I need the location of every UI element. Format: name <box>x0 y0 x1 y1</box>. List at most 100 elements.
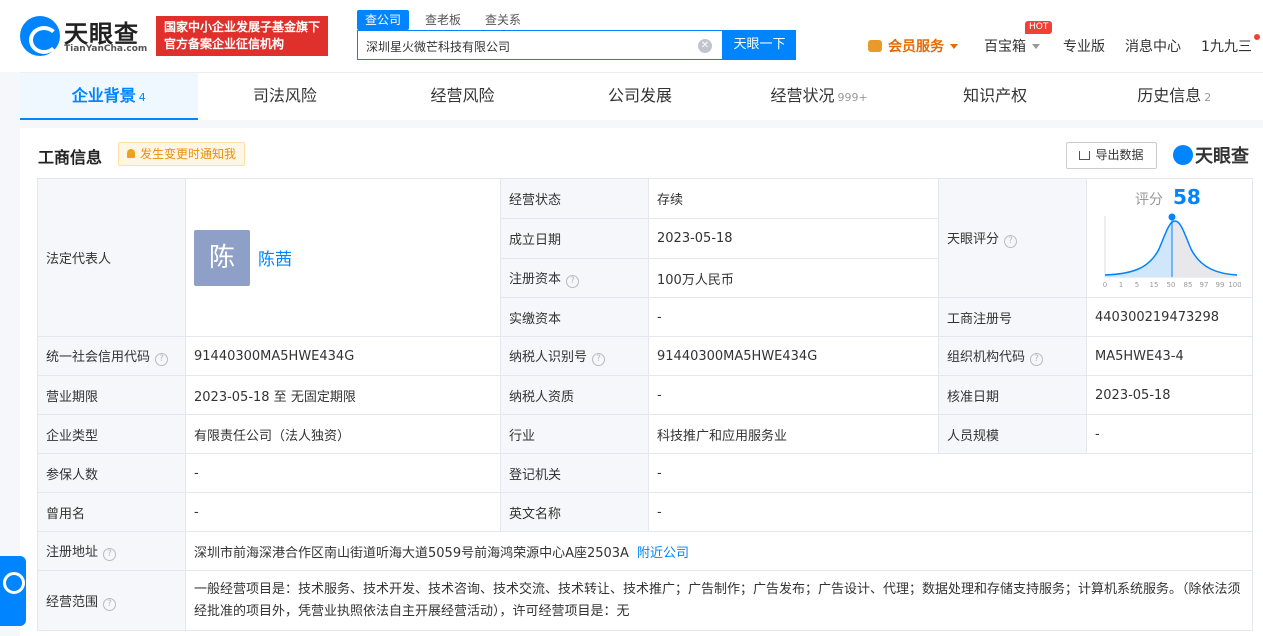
chevron-down-icon <box>1032 44 1040 49</box>
notification-dot <box>1254 34 1260 40</box>
chevron-down-icon <box>950 44 958 49</box>
business-info-panel: 工商信息 发生变更时通知我 导出数据 天眼查 法定代表人 陈陈茜 经营状态 存续… <box>20 128 1263 636</box>
reg-capital-value: 100万人民币 <box>648 258 939 298</box>
help-icon[interactable]: ? <box>592 353 606 366</box>
site-logo[interactable]: 天眼查 TianYanCha.com <box>20 14 150 58</box>
tab-history[interactable]: 历史信息 2 <box>1085 73 1263 120</box>
help-icon[interactable]: ? <box>1004 235 1018 248</box>
notify-change-button[interactable]: 发生变更时通知我 <box>118 142 246 166</box>
clear-icon[interactable]: ✕ <box>698 39 712 53</box>
vip-service-menu[interactable]: 会员服务 <box>868 36 958 56</box>
address-value: 深圳市前海深港合作区南山街道听海大道5059号前海鸿荣源中心A座2503A <box>194 545 629 561</box>
tab-label: 经营状况 <box>770 86 835 105</box>
credit-code-value: 91440300MA5HWE434G <box>185 336 501 376</box>
logo-domain: TianYanCha.com <box>64 44 148 54</box>
taxpayer-id-label: 纳税人识别号 <box>509 350 588 365</box>
tab-count: 2 <box>1204 91 1212 104</box>
search-tab-company[interactable]: 查公司 <box>357 10 410 30</box>
taxpayer-id-label-cell: 纳税人识别号? <box>500 336 649 376</box>
toolbox-label: 百宝箱 <box>984 39 1026 55</box>
tab-label: 历史信息 <box>1137 86 1202 105</box>
status-value: 存续 <box>648 178 939 219</box>
authority-value: - <box>648 453 1253 493</box>
status-label: 经营状态 <box>500 178 649 219</box>
help-icon[interactable]: ? <box>103 597 117 611</box>
section-title: 工商信息 <box>38 148 103 167</box>
logo-eye-icon <box>1173 145 1193 165</box>
tab-enterprise-background[interactable]: 企业背景 4 <box>20 73 198 120</box>
nearby-companies-link[interactable]: 附近公司 <box>637 546 689 561</box>
insured-value: - <box>185 453 501 493</box>
search-tab-relation[interactable]: 查关系 <box>477 10 529 30</box>
export-data-button[interactable]: 导出数据 <box>1066 142 1157 169</box>
hot-badge: HOT <box>1025 21 1053 34</box>
tick-label: 99 <box>1216 281 1225 289</box>
tick-label: 1 <box>1119 281 1123 289</box>
help-icon[interactable]: ? <box>1030 353 1044 366</box>
help-icon[interactable]: ? <box>103 548 117 561</box>
pro-version-link[interactable]: 专业版 <box>1063 36 1105 56</box>
gov-badge-line2: 官方备案企业征信机构 <box>164 37 285 51</box>
score-chart-cell[interactable]: 评分 58 0 1 5 15 50 85 97 99 100 <box>1086 178 1253 298</box>
english-name-label: 英文名称 <box>500 492 649 532</box>
tick-label: 50 <box>1167 281 1176 289</box>
tick-label: 0 <box>1103 281 1107 289</box>
paid-capital-value: - <box>648 297 939 337</box>
approved-label: 核准日期 <box>938 375 1087 415</box>
tab-operating-status[interactable]: 经营状况 999+ <box>730 73 908 120</box>
score-distribution-chart: 0 1 5 15 50 85 97 99 100 <box>1103 213 1241 289</box>
insured-label: 参保人数 <box>37 453 186 493</box>
gov-badge-line1: 国家中小企业发展子基金旗下 <box>164 20 321 34</box>
term-label: 营业期限 <box>37 375 186 415</box>
taxpayer-qual-value: - <box>648 375 939 415</box>
reg-capital-label: 注册资本 <box>509 272 562 287</box>
brand-name: 天眼查 <box>1195 146 1249 167</box>
term-value: 2023-05-18 至 无固定期限 <box>185 375 501 415</box>
score-label-cell: 天眼评分? <box>938 178 1087 298</box>
notify-label: 发生变更时通知我 <box>140 147 237 161</box>
search-input[interactable]: 深圳星火微芒科技有限公司 ✕ <box>357 30 723 60</box>
side-service-widget[interactable] <box>0 556 26 626</box>
tick-label: 97 <box>1200 281 1209 289</box>
scope-label: 经营范围 <box>46 594 99 610</box>
legal-rep-label: 法定代表人 <box>37 178 186 337</box>
tab-count: 999+ <box>837 91 868 104</box>
taxpayer-qual-label: 纳税人资质 <box>500 375 649 415</box>
tab-judicial-risk[interactable]: 司法风险 <box>198 73 376 120</box>
scope-label-cell: 经营范围? <box>37 570 186 631</box>
taxpayer-id-value: 91440300MA5HWE434G <box>648 336 939 376</box>
search-tab-boss[interactable]: 查老板 <box>417 10 469 30</box>
search-input-value[interactable]: 深圳星火微芒科技有限公司 <box>366 38 510 55</box>
gov-badge[interactable]: 国家中小企业发展子基金旗下 官方备案企业征信机构 <box>156 16 328 56</box>
business-info-table: 法定代表人 陈陈茜 经营状态 存续 天眼评分? 评分 58 0 1 5 15 5… <box>37 178 1253 631</box>
search-tabs: 查公司 查老板 查关系 <box>357 10 529 30</box>
org-code-label: 组织机构代码 <box>947 350 1026 365</box>
logo-eye-icon <box>20 16 60 56</box>
tab-intellectual-property[interactable]: 知识产权 <box>908 73 1086 120</box>
brand-watermark: 天眼查 <box>1173 142 1249 168</box>
credit-code-label-cell: 统一社会信用代码? <box>37 336 186 376</box>
founded-label: 成立日期 <box>500 218 649 259</box>
address-cell: 深圳市前海深港合作区南山街道听海大道5059号前海鸿荣源中心A座2503A 附近公… <box>185 531 1253 571</box>
user-menu[interactable]: 1九九三 <box>1201 36 1252 56</box>
tick-label: 100 <box>1228 281 1241 289</box>
type-label: 企业类型 <box>37 414 186 454</box>
authority-label: 登记机关 <box>500 453 649 493</box>
help-icon[interactable]: ? <box>566 275 580 288</box>
legal-rep-cell: 陈陈茜 <box>185 178 501 337</box>
address-label: 注册地址 <box>46 545 99 560</box>
tab-label: 企业背景 <box>71 86 136 105</box>
scope-value: 一般经营项目是：技术服务、技术开发、技术咨询、技术交流、技术转让、技术推广；广告… <box>185 570 1253 631</box>
score-marker-pin <box>1168 213 1176 221</box>
message-center-link[interactable]: 消息中心 <box>1125 36 1181 56</box>
score-title: 评分 <box>1135 192 1163 208</box>
search-button[interactable]: 天眼一下 <box>723 30 796 60</box>
tab-operating-risk[interactable]: 经营风险 <box>375 73 553 120</box>
main-tabs: 企业背景 4 司法风险 经营风险 公司发展 经营状况 999+ 知识产权 历史信息 2 <box>20 72 1263 120</box>
tab-company-development[interactable]: 公司发展 <box>553 73 731 120</box>
tab-count: 4 <box>138 91 146 104</box>
help-icon[interactable]: ? <box>155 353 169 366</box>
avatar[interactable]: 陈 <box>194 229 250 286</box>
toolbox-menu[interactable]: 百宝箱 <box>984 36 1040 56</box>
legal-rep-name-link[interactable]: 陈茜 <box>258 250 292 270</box>
